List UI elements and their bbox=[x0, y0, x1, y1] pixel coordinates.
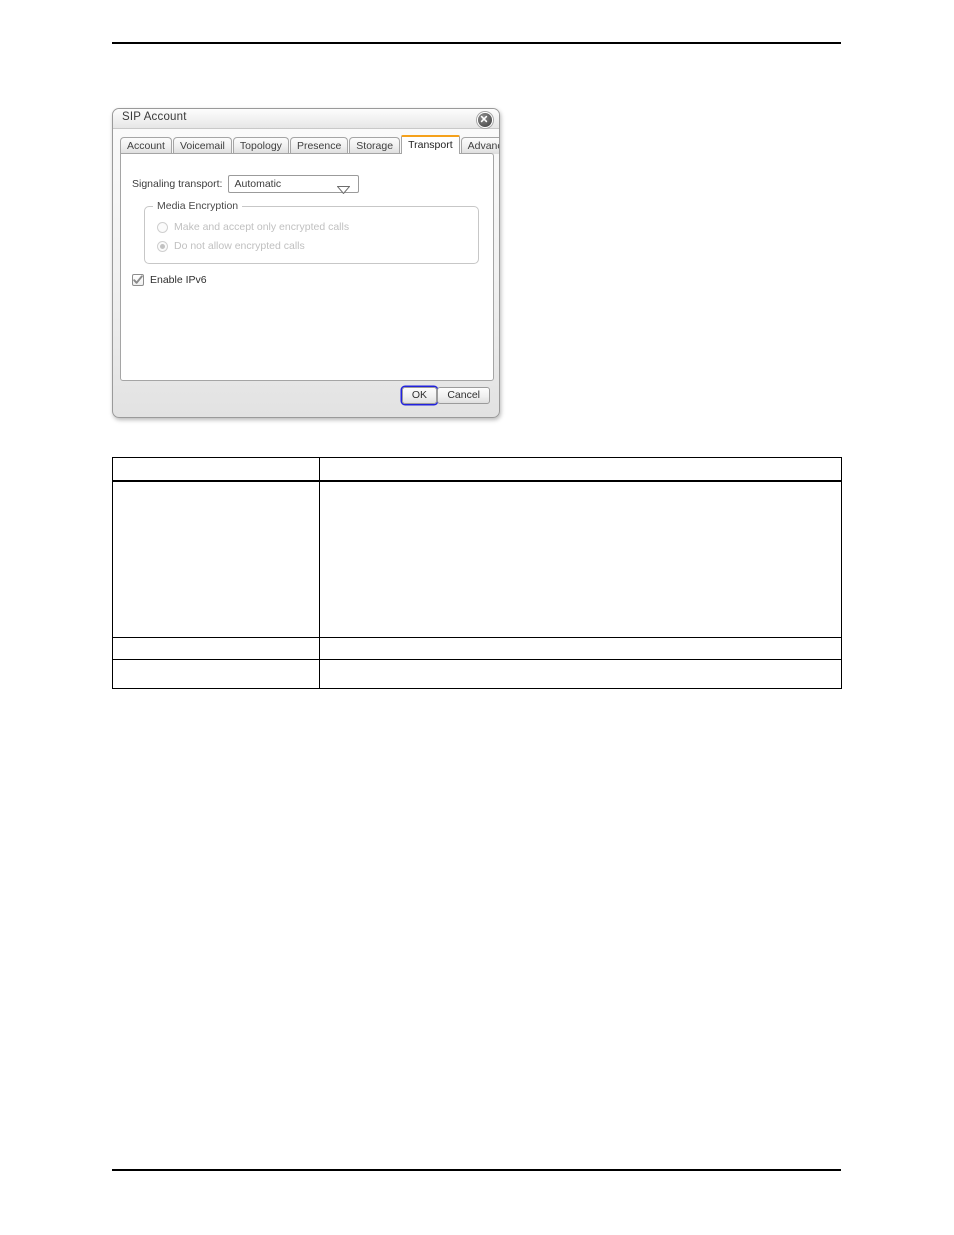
table-row bbox=[112, 480, 842, 638]
checkbox-icon-checked bbox=[132, 274, 144, 286]
tab-advanced[interactable]: Advanced bbox=[460, 137, 499, 154]
table-cell-description bbox=[319, 637, 842, 660]
table-row bbox=[112, 637, 842, 660]
radio-option-no-encryption-label: Do not allow encrypted calls bbox=[174, 240, 305, 252]
table-cell-setting bbox=[112, 480, 320, 638]
media-encryption-legend: Media Encryption bbox=[153, 200, 243, 212]
sip-account-dialog: SIP Account Account Voicemail Topology P… bbox=[112, 108, 500, 418]
page-header-rule bbox=[112, 42, 841, 44]
tab-voicemail[interactable]: Voicemail bbox=[172, 137, 232, 154]
dialog-title: SIP Account bbox=[122, 111, 187, 123]
signaling-transport-row: Signaling transport: Automatic bbox=[132, 175, 360, 195]
signaling-transport-value: Automatic bbox=[234, 178, 282, 190]
cancel-button[interactable]: Cancel bbox=[437, 387, 490, 404]
table-cell-setting bbox=[112, 659, 320, 689]
dialog-footer: OK Cancel bbox=[113, 381, 499, 417]
transport-tab-panel: Signaling transport: Automatic Media Enc… bbox=[120, 153, 494, 381]
tab-topology[interactable]: Topology bbox=[232, 137, 289, 154]
table-cell-setting bbox=[112, 637, 320, 660]
radio-option-encrypted-only[interactable]: Make and accept only encrypted calls bbox=[157, 221, 349, 233]
tab-transport[interactable]: Transport bbox=[401, 135, 460, 154]
tab-presence[interactable]: Presence bbox=[289, 137, 349, 154]
signaling-transport-label: Signaling transport: bbox=[132, 178, 223, 190]
page-footer-rule bbox=[112, 1169, 841, 1171]
table-row bbox=[112, 659, 842, 689]
table-cell-description bbox=[319, 480, 842, 638]
radio-option-encrypted-only-label: Make and accept only encrypted calls bbox=[174, 221, 350, 233]
close-icon[interactable] bbox=[477, 112, 493, 128]
dialog-tabstrip: Account Voicemail Topology Presence Stor… bbox=[120, 135, 499, 154]
enable-ipv6-label: Enable IPv6 bbox=[150, 274, 207, 286]
table-header-cell-description bbox=[319, 457, 842, 482]
table-cell-description bbox=[319, 659, 842, 689]
signaling-transport-select[interactable]: Automatic bbox=[228, 175, 360, 195]
dialog-titlebar: SIP Account bbox=[113, 109, 499, 129]
radio-option-no-encryption[interactable]: Do not allow encrypted calls bbox=[157, 240, 305, 252]
reference-table bbox=[112, 457, 842, 689]
table-header-cell-setting bbox=[112, 457, 320, 482]
tab-storage[interactable]: Storage bbox=[349, 137, 401, 154]
ok-button[interactable]: OK bbox=[401, 387, 437, 404]
media-encryption-group: Media Encryption Make and accept only en… bbox=[144, 200, 479, 264]
chevron-down-icon bbox=[336, 181, 352, 199]
radio-icon bbox=[157, 221, 168, 233]
enable-ipv6-checkbox[interactable]: Enable IPv6 bbox=[132, 274, 207, 286]
table-header-row bbox=[112, 457, 842, 482]
tab-account[interactable]: Account bbox=[120, 137, 172, 154]
radio-icon-selected bbox=[157, 240, 168, 252]
